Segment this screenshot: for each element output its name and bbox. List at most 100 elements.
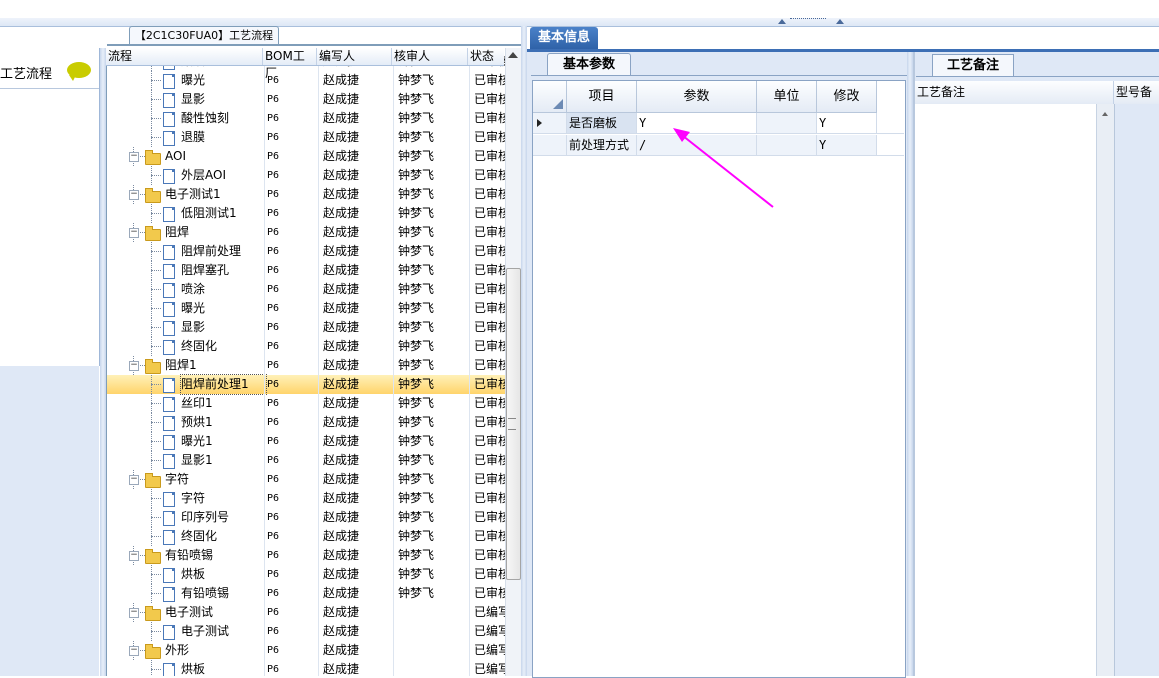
tree-row[interactable]: − 有铅喷锡 P6 赵成捷 钟梦飞 已审核 [107,546,505,565]
col-header-modify[interactable]: 修改 [817,81,877,112]
writer-cell: 赵成捷 [323,529,360,543]
collapse-toggle-icon[interactable]: − [129,190,139,200]
col-header-writer[interactable]: 编写人 [317,48,392,65]
tree-row[interactable]: − 电子测试1 P6 赵成捷 钟梦飞 已审核 [107,185,505,204]
unit-cell[interactable] [757,113,817,134]
param-cell[interactable]: / [637,135,757,156]
tree-row[interactable]: 退膜 P6 赵成捷 钟梦飞 已审核 [107,128,505,147]
writer-cell: 赵成捷 [323,92,360,106]
document-icon [163,530,175,545]
modify-cell[interactable]: Y [817,135,877,156]
status-cell: 已审核 [474,472,505,486]
basic-params-tab[interactable]: 基本参数 [547,53,631,76]
tree-row[interactable]: 低阻测试1 P6 赵成捷 钟梦飞 已审核 [107,204,505,223]
bom-cell: P6 [267,227,280,238]
status-cell: 已审核 [474,529,505,543]
col-header-process-note[interactable]: 工艺备注 [915,81,1114,104]
modify-cell[interactable]: Y [817,113,877,134]
reviewer-cell: 钟梦飞 [398,415,435,429]
tree-row[interactable]: 印序列号 P6 赵成捷 钟梦飞 已审核 [107,508,505,527]
collapse-toggle-icon[interactable]: − [129,646,139,656]
grid-line [318,65,319,676]
status-cell: 已审核 [474,73,505,87]
tree-row[interactable]: 阻焊前处理 P6 赵成捷 钟梦飞 已审核 [107,242,505,261]
reviewer-cell: 钟梦飞 [398,320,435,334]
tree-row[interactable]: − 电子测试 P6 赵成捷 已编写 [107,603,505,622]
process-note-area[interactable] [915,104,1096,676]
tree-row[interactable]: 喷涂 P6 赵成捷 钟梦飞 已审核 [107,280,505,299]
col-header-item[interactable]: 项目 [567,81,637,112]
flow-name: 阻焊前处理1 [180,374,267,395]
tree-row[interactable]: − 字符 P6 赵成捷 钟梦飞 已审核 [107,470,505,489]
folder-icon [145,549,161,564]
col-header-flow[interactable]: 流程 [106,48,263,65]
param-cell[interactable]: Y [637,113,757,134]
collapse-up-icon[interactable] [836,19,844,24]
tree-row[interactable]: 显影 P6 赵成捷 钟梦飞 已审核 [107,318,505,337]
collapse-toggle-icon[interactable]: − [129,551,139,561]
reviewer-cell: 钟梦飞 [398,434,435,448]
tree-row[interactable]: 显影 P6 赵成捷 钟梦飞 已审核 [107,90,505,109]
tree-row[interactable]: − AOI P6 赵成捷 钟梦飞 已审核 [107,147,505,166]
tree-row[interactable]: 字符 P6 赵成捷 钟梦飞 已审核 [107,489,505,508]
tree-row[interactable]: − 阻焊 P6 赵成捷 钟梦飞 已审核 [107,223,505,242]
right-splitter[interactable] [907,52,913,676]
document-icon [163,568,175,583]
tree-row[interactable]: 有铅喷锡 P6 赵成捷 钟梦飞 已审核 [107,584,505,603]
col-header-status[interactable]: 状态 [468,48,504,65]
item-cell[interactable]: 是否磨板 [567,113,637,134]
collapse-toggle-icon[interactable]: − [129,152,139,162]
splitter-grip[interactable] [790,18,826,24]
model-note-area[interactable] [1114,104,1159,676]
reviewer-cell: 钟梦飞 [398,377,435,391]
table-row[interactable]: 是否磨板 Y Y [533,113,904,134]
flow-name: 阻焊前处理 [181,244,242,258]
process-tree-grid[interactable]: 贴膜P6赵成捷钟梦飞已审核曝光P6赵成捷钟梦飞已审核显影P6赵成捷钟梦飞已审核酸… [106,48,505,676]
tree-row[interactable]: 阻焊前处理1P6 赵成捷 钟梦飞 已审核 [107,374,505,395]
tree-row[interactable]: 阻焊塞孔 P6 赵成捷 钟梦飞 已审核 [107,261,505,280]
col-header-bom[interactable]: BOM工厂 [263,48,317,80]
item-cell[interactable]: 前处理方式 [567,135,637,156]
tree-row[interactable]: 烘板 P6 赵成捷 已编写 [107,660,505,676]
unit-cell[interactable] [757,135,817,156]
tree-row[interactable]: 电子测试 P6 赵成捷 已编写 [107,622,505,641]
notes-scrollbar[interactable] [1096,104,1115,676]
params-grid[interactable] [532,80,906,678]
col-header-param[interactable]: 参数 [637,81,757,112]
tree-row[interactable]: 预烘1 P6 赵成捷 钟梦飞 已审核 [107,413,505,432]
tree-row[interactable]: 烘板 P6 赵成捷 钟梦飞 已审核 [107,565,505,584]
process-tab[interactable]: 【2C1C30FUA0】工艺流程 [129,26,279,45]
tree-row[interactable]: 酸性蚀刻 P6 赵成捷 钟梦飞 已审核 [107,109,505,128]
reviewer-cell: 钟梦飞 [398,187,435,201]
tree-row[interactable]: 终固化 P6 赵成捷 钟梦飞 已审核 [107,337,505,356]
writer-cell: 赵成捷 [323,244,360,258]
col-header-unit[interactable]: 单位 [757,81,817,112]
collapse-toggle-icon[interactable]: − [129,228,139,238]
tree-row[interactable]: 显影1 P6 赵成捷 钟梦飞 已审核 [107,451,505,470]
flow-name: 终固化 [181,529,218,543]
writer-cell: 赵成捷 [323,510,360,524]
tree-row[interactable]: 曝光1 P6 赵成捷 钟梦飞 已审核 [107,432,505,451]
tree-row[interactable]: 曝光P6赵成捷钟梦飞已审核 [107,299,505,318]
tree-row[interactable]: 终固化 P6 赵成捷 钟梦飞 已审核 [107,527,505,546]
basic-info-tab[interactable]: 基本信息 [530,27,598,49]
tree-row[interactable]: 外层AOI P6 赵成捷 钟梦飞 已审核 [107,166,505,185]
table-row[interactable]: 前处理方式 / Y [533,135,904,156]
notes-tab[interactable]: 工艺备注 [932,54,1014,77]
collapse-toggle-icon[interactable]: − [129,608,139,618]
writer-cell: 赵成捷 [323,282,360,296]
collapse-toggle-icon[interactable]: − [129,361,139,371]
tree-row[interactable]: 丝印1 P6 赵成捷 钟梦飞 已审核 [107,394,505,413]
flow-name: 曝光 [181,73,206,87]
col-header-reviewer[interactable]: 核审人 [392,48,468,65]
col-header-model-note[interactable]: 型号备注 [1114,81,1159,122]
collapse-toggle-icon[interactable]: − [129,475,139,485]
comment-icon[interactable] [67,62,91,81]
tree-row[interactable]: 曝光P6赵成捷钟梦飞已审核 [107,71,505,90]
tree-row[interactable]: − 外形 P6 赵成捷 已编写 [107,641,505,660]
tree-row[interactable]: − 阻焊1 P6 赵成捷 钟梦飞 已审核 [107,356,505,375]
bom-cell: P6 [267,607,280,618]
collapse-up-icon[interactable] [778,19,786,24]
scroll-up-icon[interactable] [508,52,518,58]
bom-cell: P6 [267,531,280,542]
